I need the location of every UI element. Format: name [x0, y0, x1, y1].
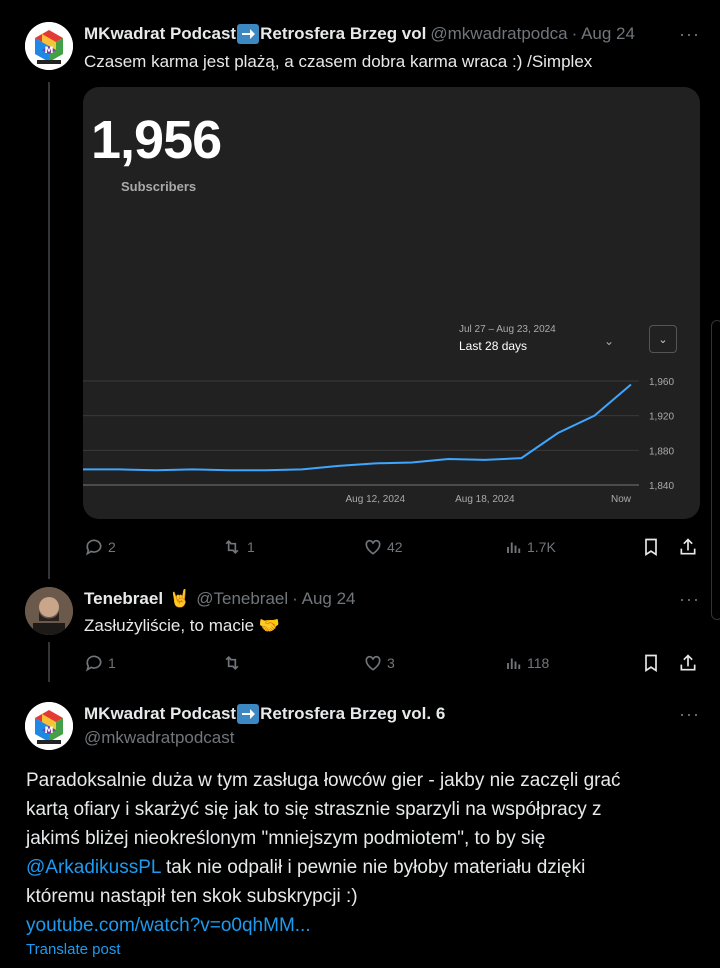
tweet-line: Paradoksalnie duża w tym zasługa łowców … — [26, 770, 621, 791]
tweet-line: któremu nastąpił ten skok subskrypcji :) — [26, 886, 358, 907]
subscribers-series-line — [83, 383, 632, 472]
subscribers-card-image[interactable]: 1,956 Subscribers Jul 27 – Aug 23, 2024 … — [83, 87, 700, 519]
thread-connector — [48, 82, 50, 579]
tweet2-header: Tenebrael 🤘 @Tenebrael · Aug 24 — [84, 589, 356, 609]
mention-link[interactable]: @ArkadikussPL — [26, 857, 161, 878]
heart-icon — [365, 539, 381, 555]
tweet-text-body: Zasłużyliście, to macie — [84, 616, 255, 635]
more-options-icon[interactable]: ··· — [679, 704, 700, 725]
right-arrow-emoji-icon — [237, 24, 260, 44]
focused-tweet-text: Paradoksalnie duża w tym zasługa łowców … — [26, 766, 706, 940]
bookmark-icon — [645, 654, 657, 673]
views-button[interactable]: 1.7K — [505, 537, 556, 557]
rock-hand-emoji: 🤘 — [169, 589, 191, 608]
bookmark-button[interactable] — [641, 536, 661, 558]
x-tick-label: Aug 18, 2024 — [455, 494, 515, 505]
author-name-cont[interactable]: Retrosfera Brzeg vol — [260, 24, 426, 44]
like-button[interactable]: 3 — [363, 653, 395, 673]
svg-text:M: M — [45, 46, 54, 56]
y-tick-label: 1,960 — [649, 377, 674, 388]
tweet-text: Zasłużyliście, to macie 🤝 — [84, 615, 280, 637]
right-arrow-emoji-icon — [237, 704, 260, 724]
author-handle[interactable]: @mkwadratpodca — [430, 24, 567, 44]
mkwadrat-avatar[interactable]: M — [25, 22, 73, 70]
handshake-emoji: 🤝 — [258, 616, 280, 635]
y-tick-label: 1,920 — [649, 412, 674, 423]
x-tick-label: Now — [611, 494, 632, 505]
svg-text:M: M — [45, 726, 54, 736]
y-tick-label: 1,840 — [649, 481, 674, 492]
share-button[interactable] — [678, 536, 698, 558]
author-name-cont[interactable]: Retrosfera Brzeg vol. 6 — [260, 704, 445, 724]
tweet-line: jakimś bliżej nieokreślonym "mniejszym p… — [26, 828, 546, 849]
author-handle[interactable]: @Tenebrael — [196, 589, 288, 609]
author-handle[interactable]: @mkwadratpodcast — [84, 728, 235, 748]
tweet-timestamp[interactable]: · Aug 24 — [572, 24, 635, 44]
author-name[interactable]: MKwadrat Podcast — [84, 704, 236, 724]
repost-button[interactable]: 1 — [221, 537, 255, 557]
author-name[interactable]: MKwadrat Podcast — [84, 24, 236, 44]
repost-icon — [225, 655, 239, 671]
reply-button[interactable]: 1 — [84, 653, 116, 673]
analytics-icon — [507, 542, 521, 553]
more-options-icon[interactable]: ··· — [679, 589, 700, 610]
reply-count: 1 — [108, 655, 116, 671]
thread-connector — [48, 642, 50, 682]
tweet-line: kartą ofiary i skarżyć się jak to się st… — [26, 799, 602, 820]
share-button[interactable] — [678, 652, 698, 674]
share-icon — [680, 654, 696, 671]
bookmark-button[interactable] — [641, 652, 661, 674]
views-button[interactable]: 118 — [505, 653, 549, 673]
reply-button[interactable]: 2 — [84, 537, 116, 557]
repost-button[interactable] — [221, 653, 247, 673]
repost-icon — [225, 539, 239, 555]
like-count: 42 — [387, 539, 403, 555]
youtube-link[interactable]: youtube.com/watch?v=o0qhMM... — [26, 915, 311, 936]
share-icon — [680, 538, 696, 555]
more-options-icon[interactable]: ··· — [679, 24, 700, 45]
repost-count: 1 — [247, 539, 255, 555]
view-count: 118 — [527, 655, 550, 671]
tweet3-header: MKwadrat Podcast Retrosfera Brzeg vol. 6 — [84, 704, 445, 724]
like-count: 3 — [387, 655, 395, 671]
bookmark-icon — [645, 538, 657, 557]
view-count: 1.7K — [527, 539, 556, 555]
y-tick-label: 1,880 — [649, 446, 674, 457]
scrollbar[interactable] — [711, 320, 720, 620]
reply-count: 2 — [108, 539, 116, 555]
mkwadrat-avatar[interactable]: M — [25, 702, 73, 750]
subscribers-line-chart: 1,960 1,920 1,880 1,840 Aug 12, 2024 Aug 18, … — [83, 377, 674, 505]
tenebrael-avatar[interactable] — [25, 587, 73, 635]
heart-icon — [365, 655, 381, 671]
x-tick-label: Aug 12, 2024 — [346, 494, 406, 505]
analytics-icon — [507, 658, 521, 669]
tweet1-header: MKwadrat Podcast Retrosfera Brzeg vol @m… — [84, 24, 635, 44]
translate-post-link[interactable]: Translate post — [26, 941, 121, 958]
tweet-timestamp[interactable]: · Aug 24 — [292, 589, 355, 609]
reply-icon — [85, 655, 102, 672]
tweet-text: Czasem karma jest plażą, a czasem dobra … — [84, 52, 593, 71]
tweet-line-rest: tak nie odpalił i pewnie nie byłoby mate… — [160, 857, 586, 878]
like-button[interactable]: 42 — [363, 537, 403, 557]
tweet-line: @ArkadikussPL tak nie odpalił i pewnie n… — [26, 853, 706, 882]
author-name[interactable]: Tenebrael — [84, 589, 163, 609]
reply-icon — [85, 539, 102, 556]
